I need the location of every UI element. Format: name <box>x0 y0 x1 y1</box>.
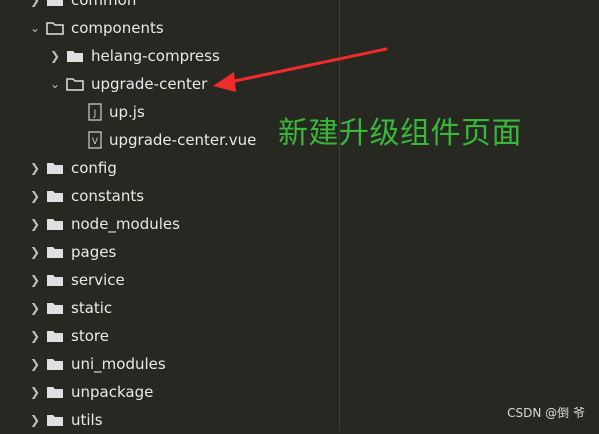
annotation-text: 新建升级组件页面 <box>278 116 522 151</box>
watermark: CSDN @倒 爷 <box>507 406 585 420</box>
annotation-arrow <box>213 47 388 92</box>
